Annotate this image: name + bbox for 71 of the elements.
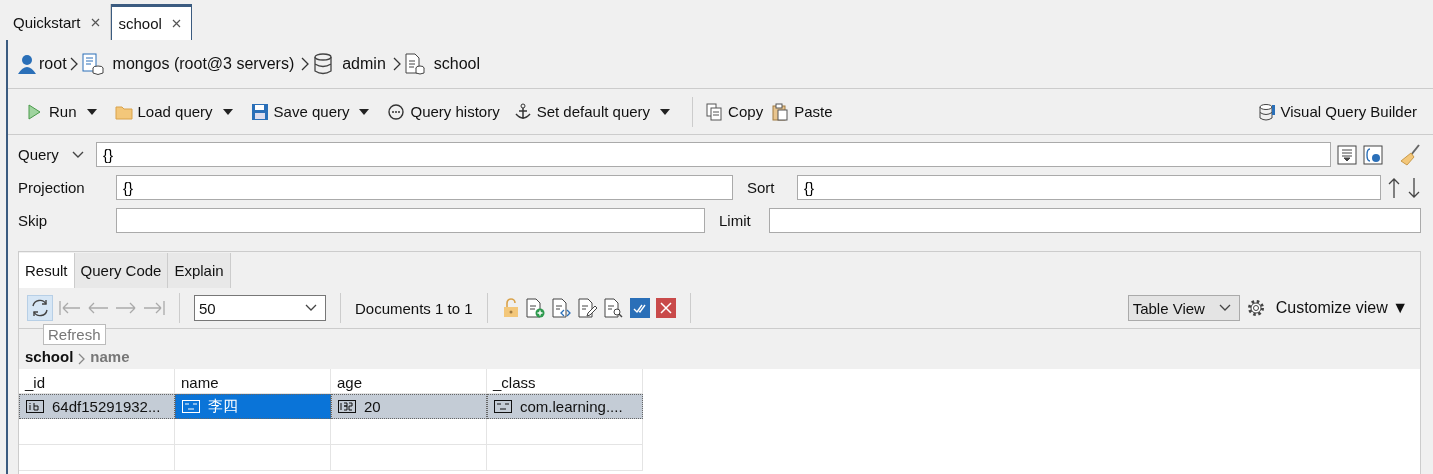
toolbar-button[interactable]: Query history [383, 102, 504, 121]
toolbar-button[interactable]: Visual Query Builder [1253, 102, 1421, 121]
result-tab[interactable]: Query Code [74, 253, 169, 288]
chevron-icon[interactable] [72, 150, 84, 159]
field-label: Query [18, 146, 60, 163]
caret-icon[interactable] [660, 108, 671, 115]
caret-icon[interactable] [359, 108, 370, 115]
broom-icon[interactable] [1399, 143, 1421, 166]
toolbar-button[interactable]: Set default query [509, 102, 655, 121]
tooltip: Refresh [43, 324, 106, 345]
format-icon[interactable] [1337, 144, 1357, 165]
breadcrumb-item[interactable]: admin [342, 55, 386, 73]
limit-field[interactable] [769, 208, 1421, 233]
query-field[interactable]: {} [96, 142, 1331, 167]
table-cell[interactable]: com.learning.... [487, 394, 643, 419]
user-icon [18, 54, 36, 74]
toolbar-button[interactable]: Paste [767, 102, 837, 121]
toolbar-button[interactable]: Save query [246, 102, 354, 121]
breadcrumb-item[interactable]: school [433, 55, 481, 73]
skip-field[interactable] [116, 208, 705, 233]
sort-field[interactable]: {} [797, 175, 1381, 200]
field-label: Skip [18, 212, 49, 229]
field-label: Sort [747, 179, 776, 196]
arrow-up-icon[interactable] [1387, 176, 1401, 199]
result-tab[interactable]: Explain [168, 253, 231, 288]
result-tab[interactable]: Result [19, 253, 75, 288]
database-icon [313, 53, 334, 75]
page-size-dropdown[interactable]: 50 [194, 295, 326, 321]
arrow-down-icon[interactable] [1407, 176, 1421, 199]
path-item[interactable]: school [25, 348, 74, 365]
path-item[interactable]: name [90, 348, 130, 365]
projection-field[interactable]: {} [116, 175, 733, 200]
table-cell[interactable]: 64df15291932... [19, 394, 175, 419]
text-type-icon [182, 400, 200, 413]
view-document-icon[interactable] [603, 298, 624, 318]
editor-tab[interactable]: Quickstart [6, 4, 111, 40]
chevron-icon [301, 56, 311, 72]
table-cell[interactable]: 20 [331, 394, 487, 419]
collection-icon [404, 53, 425, 75]
code-document-icon[interactable] [551, 298, 572, 318]
number-type-icon [338, 400, 356, 413]
toolbar-button[interactable]: Load query [110, 102, 217, 121]
gear-icon[interactable] [1245, 298, 1266, 318]
add-document-icon[interactable] [525, 298, 546, 318]
table-cell[interactable]: 李四 [175, 394, 331, 419]
breadcrumb-item[interactable]: mongos (root@3 servers) [112, 55, 295, 73]
edit-document-icon[interactable] [577, 298, 598, 318]
refresh-icon[interactable] [27, 295, 53, 321]
caret-icon[interactable] [86, 108, 97, 115]
chevron-icon [1218, 304, 1231, 312]
document-count: Documents 1 to 1 [355, 299, 473, 317]
chevron-icon [69, 56, 79, 72]
checkmark-icon[interactable] [629, 298, 650, 318]
text-type-icon [494, 400, 512, 413]
delete-icon[interactable] [655, 298, 676, 318]
chevron-icon [305, 304, 317, 312]
breadcrumb-item[interactable]: root [39, 55, 67, 73]
chevron-icon [78, 353, 86, 365]
customize-view-button[interactable]: Customize view ▼ [1271, 299, 1412, 317]
id-type-icon [26, 400, 44, 413]
editor-tab[interactable]: school [110, 4, 192, 40]
caret-icon[interactable] [222, 108, 233, 115]
toolbar-button[interactable]: Run [22, 102, 81, 121]
close-icon[interactable] [171, 19, 181, 28]
field-label: Limit [719, 212, 752, 229]
field-label: Projection [18, 179, 86, 196]
toolbar-button[interactable]: Copy [701, 102, 768, 121]
chevron-icon [392, 56, 402, 72]
close-icon[interactable] [90, 17, 100, 27]
view-mode-dropdown[interactable]: Table View [1127, 295, 1240, 321]
database-icon [1257, 102, 1276, 121]
